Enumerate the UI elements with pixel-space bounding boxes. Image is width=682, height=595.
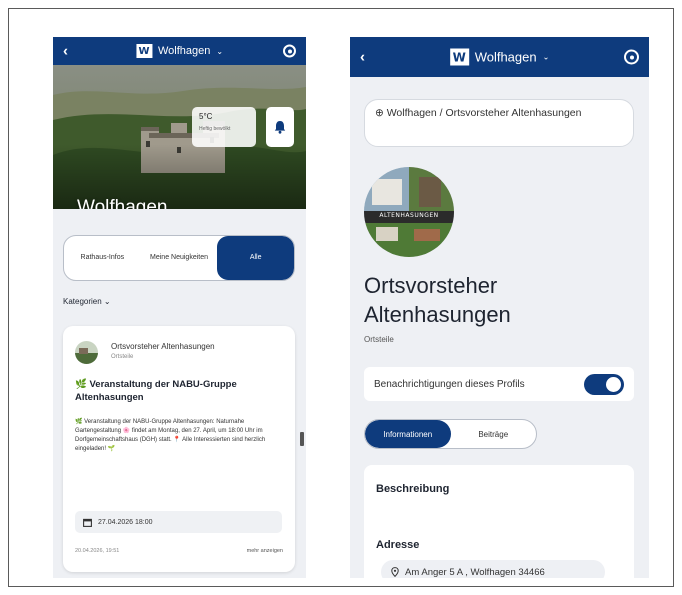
account-icon[interactable] <box>283 44 296 58</box>
municipality-selector[interactable]: W Wolfhagen ⌄ <box>135 44 224 58</box>
top-app-bar: ‹ W Wolfhagen ⌄ <box>350 37 649 77</box>
post-title: 🌿 Veranstaltung der NABU-Gruppe Altenhas… <box>75 379 237 404</box>
wolfhagen-logo-icon: W <box>135 44 152 58</box>
feed-screen: ‹ W Wolfhagen ⌄ Wolfhagen 5°C Heftig bew… <box>53 37 306 578</box>
segment-alle[interactable]: Alle <box>217 236 294 280</box>
profile-name: Ortsvorsteher Altenhasungen <box>364 273 511 327</box>
show-more-link[interactable]: mehr anzeigen <box>247 548 283 554</box>
hero-title: Wolfhagen <box>77 197 168 209</box>
breadcrumb[interactable]: ⊕ Wolfhagen / Ortsvorsteher Altenhasunge… <box>364 99 634 147</box>
scrollbar[interactable] <box>300 432 304 446</box>
description-heading: Beschreibung <box>376 483 450 495</box>
toggle-knob <box>606 377 621 392</box>
back-button[interactable]: ‹ <box>360 49 365 66</box>
event-date: 27.04.2026 18:00 <box>98 518 153 526</box>
address-chip[interactable]: Am Anger 5 A , Wolfhagen 34466 <box>381 560 605 578</box>
profile-tabs: Informationen Beiträge <box>364 419 537 449</box>
post-body: 🌿 Veranstaltung der NABU-Gruppe Altenhas… <box>75 419 266 452</box>
information-card: Beschreibung Adresse Am Anger 5 A , Wolf… <box>364 465 634 578</box>
tab-informationen[interactable]: Informationen <box>365 420 451 448</box>
categories-dropdown[interactable]: Kategorien ⌄ <box>63 297 111 306</box>
chevron-down-icon: ⌄ <box>216 46 224 56</box>
municipality-name: Wolfhagen <box>474 49 537 65</box>
hero-banner: Wolfhagen 5°C Heftig bewölkt <box>53 65 306 209</box>
bell-icon <box>274 121 286 134</box>
author-avatar[interactable] <box>75 341 98 364</box>
weather-widget[interactable]: 5°C Heftig bewölkt <box>192 107 256 147</box>
back-button[interactable]: ‹ <box>63 43 68 60</box>
post-author[interactable]: Ortsvorsteher Altenhasungen <box>111 342 215 351</box>
profile-screen: ‹ W Wolfhagen ⌄ ⊕ Wolfhagen / Ortsvorste… <box>350 37 649 578</box>
feed-filter-segmented-control: Rathaus-Infos Meine Neuigkeiten Alle <box>63 235 295 281</box>
calendar-icon <box>83 518 92 527</box>
municipality-selector[interactable]: W Wolfhagen ⌄ <box>449 48 550 66</box>
location-pin-icon <box>391 567 399 577</box>
chevron-down-icon: ⌄ <box>542 52 550 62</box>
profile-category: Ortsteile <box>364 335 394 344</box>
segment-meine-neuigkeiten[interactable]: Meine Neuigkeiten <box>141 236 218 280</box>
weather-description: Heftig bewölkt <box>199 126 231 132</box>
notifications-button[interactable] <box>266 107 294 147</box>
author-avatar-image <box>75 341 98 364</box>
weather-temperature: 5°C <box>199 112 213 121</box>
address-heading: Adresse <box>376 539 420 551</box>
post-timestamp: 20.04.2026, 19:51 <box>75 548 120 554</box>
event-date-box: 27.04.2026 18:00 <box>75 511 282 533</box>
post-author-category: Ortsteile <box>111 354 134 360</box>
segment-rathaus-infos[interactable]: Rathaus-Infos <box>64 236 141 280</box>
notifications-toggle[interactable] <box>584 374 624 395</box>
address-text: Am Anger 5 A , Wolfhagen 34466 <box>405 566 545 578</box>
municipality-name: Wolfhagen <box>157 45 211 57</box>
wolfhagen-logo-icon: W <box>449 48 469 66</box>
profile-avatar: ALTENHASUNGEN <box>364 167 454 257</box>
notifications-setting-row: Benachrichtigungen dieses Profils <box>364 367 634 401</box>
tab-beitraege[interactable]: Beiträge <box>451 420 537 448</box>
post-card[interactable]: Ortsvorsteher Altenhasungen Ortsteile 🌿 … <box>63 326 295 572</box>
top-app-bar: ‹ W Wolfhagen ⌄ <box>53 37 306 65</box>
notifications-label: Benachrichtigungen dieses Profils <box>374 378 525 390</box>
account-icon[interactable] <box>624 49 639 65</box>
avatar-banner-text: ALTENHASUNGEN <box>379 212 439 219</box>
